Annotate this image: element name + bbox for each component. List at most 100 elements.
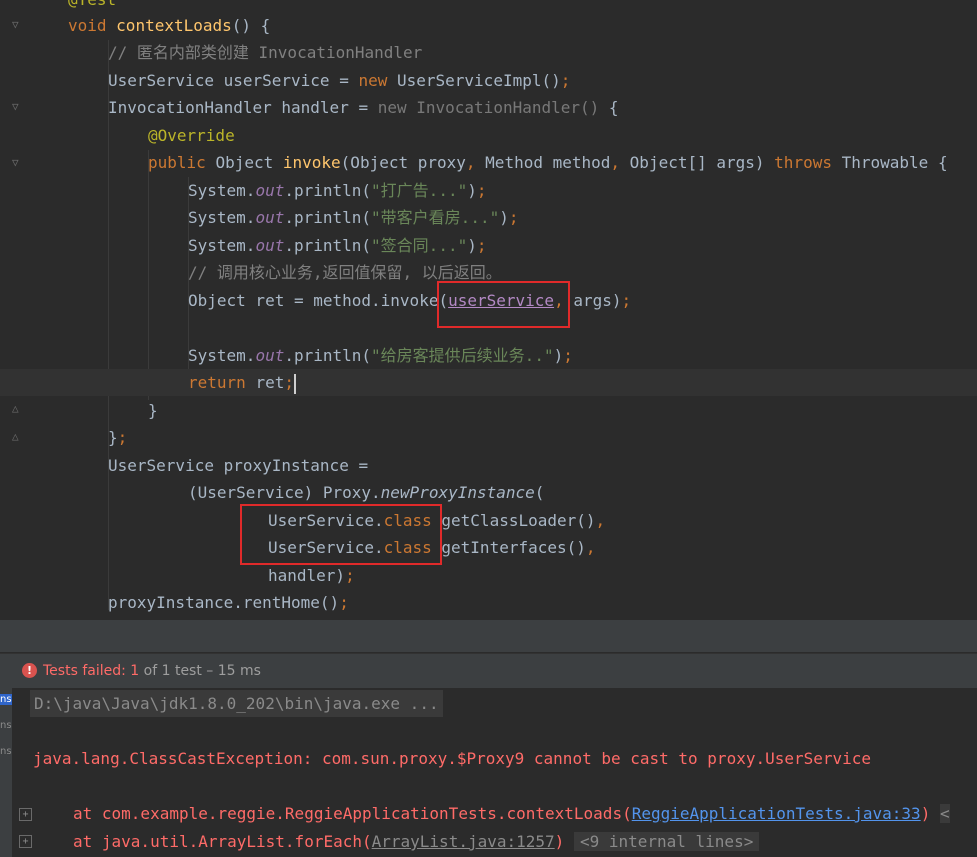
code-token: { (599, 98, 619, 117)
code-token: UserServiceImpl() (396, 71, 561, 90)
code-token: Object[] args) (629, 153, 775, 172)
code-text: System.out.println("带客户看房..."); (188, 204, 519, 231)
code-token: ) (499, 208, 509, 227)
code-token: System. (188, 181, 256, 200)
code-token: ; (339, 593, 349, 612)
code-token: () { (231, 16, 271, 35)
fold-icon[interactable]: ▽ (12, 101, 22, 112)
code-token: ; (345, 566, 355, 585)
trace-text: at java.util.ArrayList.forEach( (73, 832, 372, 851)
fold-icon[interactable]: △ (12, 431, 22, 442)
code-token: ; (476, 181, 487, 200)
code-text: System.out.println("签合同..."); (188, 232, 487, 259)
console-side-tabs: ns ns ns (0, 688, 12, 857)
code-token: , (610, 153, 630, 172)
code-editor[interactable]: ▽ ▽ ▽ △ △ @Testvoid contextLoads() {// 匿… (0, 0, 977, 620)
fold-icon[interactable]: ▽ (12, 19, 22, 30)
code-token: args) (573, 291, 622, 310)
code-text: UserService proxyInstance = (108, 452, 368, 479)
code-token: ; (476, 236, 487, 255)
code-token: out (255, 208, 285, 227)
code-token: Throwable { (841, 153, 948, 172)
code-text: System.out.println("打广告..."); (188, 177, 487, 204)
stack-trace-line: at com.example.reggie.ReggieApplicationT… (73, 800, 950, 827)
code-token: proxyInstance.rentHome() (108, 593, 340, 612)
panel-separator (0, 620, 977, 652)
code-token: newProxyInstance (380, 483, 535, 502)
code-token: handler) (268, 566, 346, 585)
code-text: // 匿名内部类创建 InvocationHandler (108, 39, 422, 66)
code-text: return ret; (188, 369, 296, 396)
run-console[interactable]: ns ns ns D:\java\Java\jdk1.8.0_202\bin\j… (0, 688, 977, 857)
code-token: System. (188, 208, 256, 227)
code-token: (Object proxy (340, 153, 466, 172)
trace-text: ) (554, 832, 565, 851)
code-text: System.out.println("给房客提供后续业务.."); (188, 342, 573, 369)
code-token: System. (188, 346, 256, 365)
code-token: ; (621, 291, 632, 310)
test-status-bar: ! Tests failed: 1 of 1 test – 15 ms (0, 653, 977, 688)
source-link[interactable]: ReggieApplicationTests.java:33 (632, 804, 921, 823)
code-token: out (255, 346, 285, 365)
code-token: out (255, 181, 285, 200)
expand-icon[interactable]: + (19, 835, 32, 848)
code-token: UserService userService = (108, 71, 359, 90)
code-token: @Override (148, 126, 235, 145)
code-token: .println( (284, 181, 372, 200)
internal-lines-button[interactable]: <9 internal lines> (573, 832, 760, 851)
code-token: getClassLoader() (431, 511, 596, 530)
highlight-box-userservice (437, 281, 570, 328)
code-token: System. (188, 236, 256, 255)
code-token: ) (467, 236, 477, 255)
code-token: ret (255, 373, 285, 392)
source-link[interactable]: ArrayList.java:1257 (372, 832, 555, 851)
code-token: } (108, 428, 118, 447)
code-text: UserService userService = new UserServic… (108, 67, 570, 94)
code-token: getInterfaces() (431, 538, 586, 557)
code-token: , (595, 511, 606, 530)
code-token: .println( (284, 346, 372, 365)
more-lines-button[interactable]: < (939, 804, 950, 823)
code-token: ; (284, 373, 294, 392)
code-token: contextLoads (116, 16, 232, 35)
code-token: void (68, 16, 117, 35)
code-token: Method method (485, 153, 611, 172)
code-token: , (585, 538, 596, 557)
code-token: "给房客提供后续业务.." (371, 346, 554, 365)
code-token: ; (563, 346, 573, 365)
code-token: ; (117, 428, 128, 447)
code-text: void contextLoads() { (68, 12, 270, 39)
code-token: (UserService) Proxy. (188, 483, 381, 502)
tests-failed-label: Tests failed: (43, 663, 126, 679)
code-token: } (148, 401, 158, 420)
code-line[interactable]: return ret; (0, 369, 977, 396)
highlight-box-class (240, 504, 442, 565)
code-text: proxyInstance.rentHome(); (108, 589, 349, 616)
side-tab[interactable]: ns (0, 694, 12, 705)
code-text: } (148, 397, 158, 424)
code-text: }; (108, 424, 127, 451)
text-caret (293, 373, 296, 394)
code-token: InvocationHandler() (416, 98, 600, 117)
exception-message: java.lang.ClassCastException: com.sun.pr… (33, 749, 872, 768)
code-token: Object (215, 153, 283, 172)
side-tab[interactable]: ns (0, 746, 12, 757)
code-text: handler); (268, 562, 355, 589)
code-token: return (188, 373, 256, 392)
code-text: @Override (148, 122, 235, 149)
code-text: InvocationHandler handler = new Invocati… (108, 94, 619, 121)
code-token: "签合同..." (371, 236, 468, 255)
fold-icon[interactable]: △ (12, 403, 22, 414)
code-token: .println( (284, 208, 372, 227)
code-token: new (358, 71, 397, 90)
code-token: ) (553, 346, 564, 365)
editor-gutter: ▽ ▽ ▽ △ △ (0, 0, 36, 620)
java-command-line[interactable]: D:\java\Java\jdk1.8.0_202\bin\java.exe .… (30, 690, 443, 717)
code-text: public Object invoke(Object proxy, Metho… (148, 149, 948, 176)
stack-trace-line: at java.util.ArrayList.forEach(ArrayList… (73, 828, 760, 855)
fold-icon[interactable]: ▽ (12, 157, 22, 168)
side-tab[interactable]: ns (0, 720, 12, 731)
code-token: new (377, 98, 417, 117)
code-token: ) (467, 181, 477, 200)
expand-icon[interactable]: + (19, 808, 32, 821)
